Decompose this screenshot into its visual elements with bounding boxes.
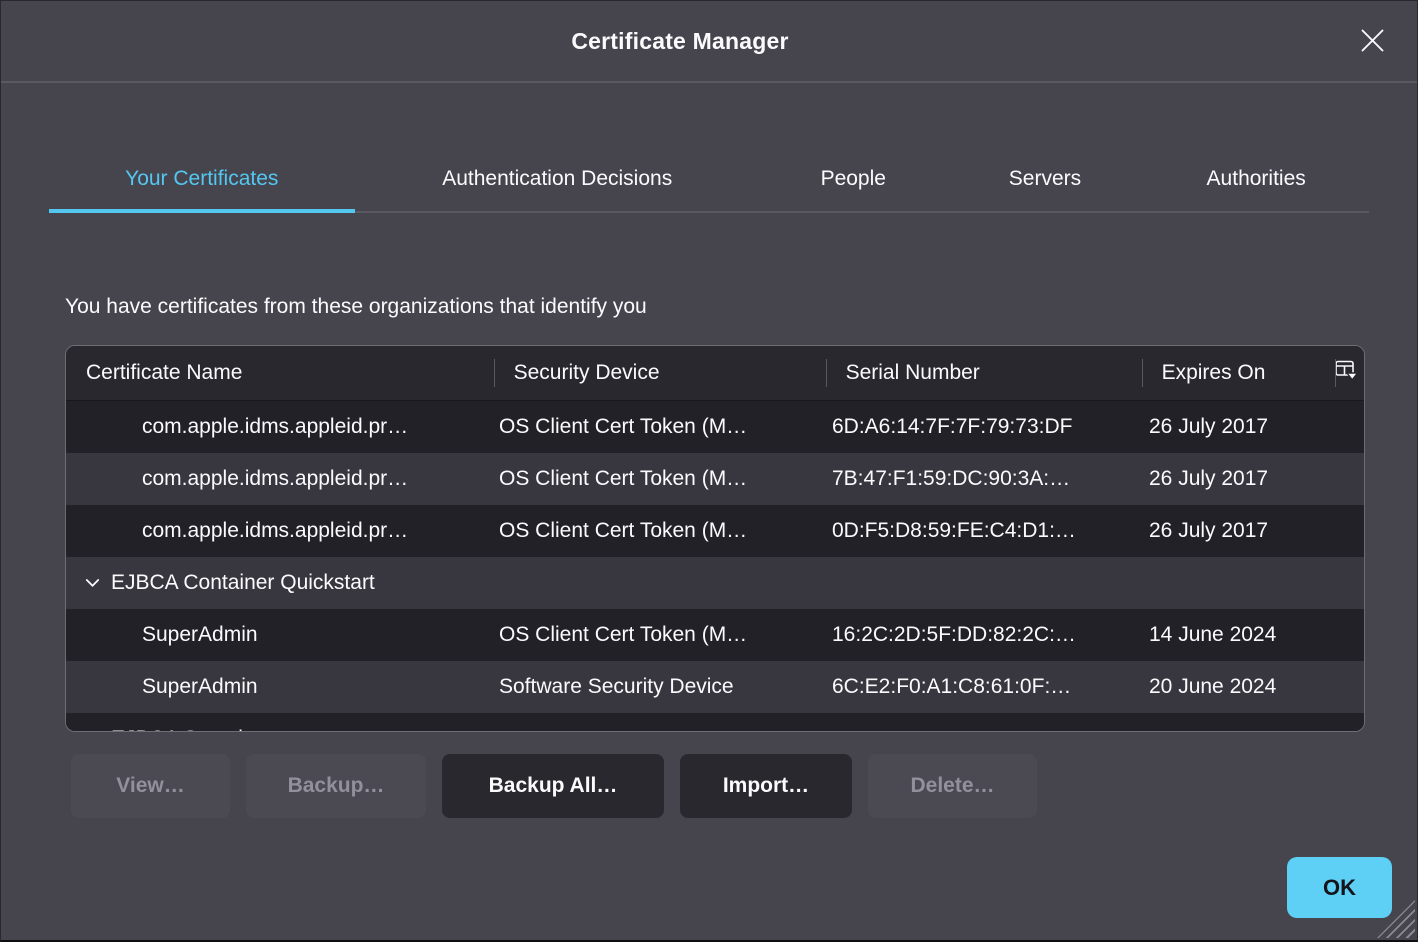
cell-security-device: Software Security Device [495, 675, 828, 699]
close-button[interactable] [1357, 27, 1387, 57]
column-header-serial-number[interactable]: Serial Number [826, 346, 1142, 400]
cell-security-device: OS Client Cert Token (M… [495, 519, 828, 543]
table-group-row-clipped[interactable]: EJBCA Sample [66, 713, 1364, 731]
table-row[interactable]: com.apple.idms.appleid.pr… OS Client Cer… [66, 453, 1364, 505]
view-button[interactable]: View… [71, 754, 230, 818]
chevron-down-icon[interactable] [85, 578, 100, 588]
cell-serial-number: 7B:47:F1:59:DC:90:3A:… [828, 467, 1145, 491]
cell-security-device: OS Client Cert Token (M… [495, 623, 828, 647]
column-picker-button[interactable] [1335, 346, 1364, 400]
ok-button[interactable]: OK [1287, 857, 1392, 918]
tab-servers[interactable]: Servers [947, 147, 1144, 211]
table-row[interactable]: SuperAdmin Software Security Device 6C:E… [66, 661, 1364, 713]
backup-all-button[interactable]: Backup All… [442, 754, 664, 818]
backup-button[interactable]: Backup… [246, 754, 426, 818]
column-header-security-device[interactable]: Security Device [494, 346, 826, 400]
dialog-body: Your Certificates Authentication Decisio… [1, 147, 1417, 818]
group-label: EJBCA Container Quickstart [111, 571, 375, 595]
cell-serial-number: 6C:E2:F0:A1:C8:61:0F:… [828, 675, 1145, 699]
cell-certificate-name: com.apple.idms.appleid.pr… [66, 415, 495, 439]
close-icon [1359, 27, 1386, 57]
cell-security-device: OS Client Cert Token (M… [495, 415, 828, 439]
cell-serial-number: 16:2C:2D:5F:DD:82:2C:… [828, 623, 1145, 647]
cell-expires-on: 14 June 2024 [1145, 623, 1339, 647]
cell-expires-on: 20 June 2024 [1145, 675, 1339, 699]
certificate-manager-dialog: Certificate Manager Your Certificates Au… [0, 0, 1418, 942]
import-button[interactable]: Import… [680, 754, 852, 818]
table-row[interactable]: com.apple.idms.appleid.pr… OS Client Cer… [66, 505, 1364, 557]
cell-certificate-name: com.apple.idms.appleid.pr… [66, 467, 495, 491]
table-row[interactable]: SuperAdmin OS Client Cert Token (M… 16:2… [66, 609, 1364, 661]
cell-security-device: OS Client Cert Token (M… [495, 467, 828, 491]
intro-text: You have certificates from these organiz… [65, 295, 1369, 319]
tab-people[interactable]: People [760, 147, 947, 211]
cell-expires-on: 26 July 2017 [1145, 467, 1339, 491]
tab-authorities[interactable]: Authorities [1143, 147, 1369, 211]
cell-expires-on: 26 July 2017 [1145, 415, 1339, 439]
titlebar: Certificate Manager [1, 1, 1417, 83]
cell-expires-on: 26 July 2017 [1145, 519, 1339, 543]
cell-certificate-name: SuperAdmin [66, 675, 495, 699]
action-button-row: View… Backup… Backup All… Import… Delete… [71, 754, 1369, 818]
table-header: Certificate Name Security Device Serial … [66, 346, 1364, 401]
table-body: com.apple.idms.appleid.pr… OS Client Cer… [66, 401, 1364, 731]
column-header-expires-on[interactable]: Expires On [1142, 346, 1335, 400]
certificate-table: Certificate Name Security Device Serial … [65, 345, 1365, 732]
tab-authentication-decisions[interactable]: Authentication Decisions [355, 147, 760, 211]
table-row[interactable]: com.apple.idms.appleid.pr… OS Client Cer… [66, 401, 1364, 453]
cell-certificate-name: SuperAdmin [66, 623, 495, 647]
cell-certificate-name: com.apple.idms.appleid.pr… [66, 519, 495, 543]
delete-button[interactable]: Delete… [868, 754, 1037, 818]
tab-strip: Your Certificates Authentication Decisio… [49, 147, 1369, 213]
cell-serial-number: 0D:F5:D8:59:FE:C4:D1:… [828, 519, 1145, 543]
group-label: EJBCA Sample [111, 727, 255, 731]
column-header-certificate-name[interactable]: Certificate Name [66, 346, 494, 400]
dialog-title: Certificate Manager [571, 28, 788, 55]
tab-your-certificates[interactable]: Your Certificates [49, 147, 355, 211]
cell-serial-number: 6D:A6:14:7F:7F:79:73:DF [828, 415, 1145, 439]
column-picker-icon [1335, 360, 1358, 387]
table-group-row[interactable]: EJBCA Container Quickstart [66, 557, 1364, 609]
